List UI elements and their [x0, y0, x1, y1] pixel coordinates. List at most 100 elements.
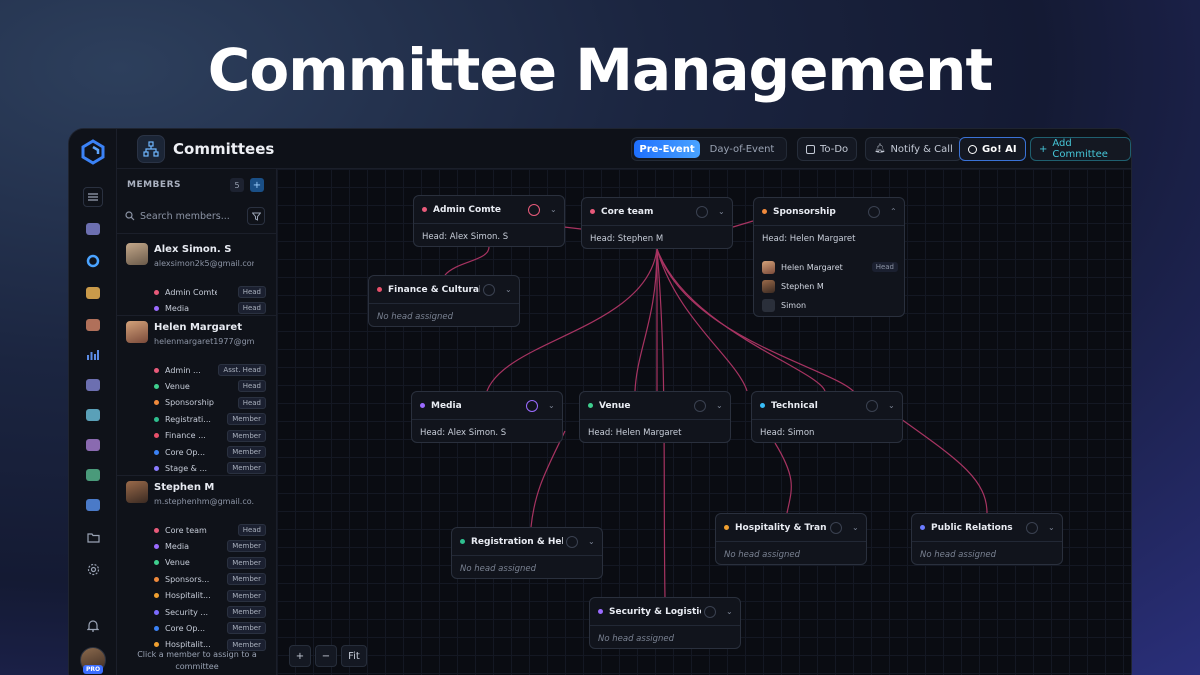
analytics-icon[interactable]: [83, 345, 103, 365]
zoom-out-button[interactable]: −: [315, 645, 337, 667]
node-member-row[interactable]: Helen Margaret Head: [762, 260, 898, 274]
member-committee-row[interactable]: Media Head: [154, 301, 266, 315]
status-ring-icon[interactable]: [868, 206, 880, 218]
member-avatar: [126, 481, 148, 503]
committee-name: Hospitalit...: [165, 640, 211, 650]
chevron-down-icon[interactable]: ⌄: [888, 401, 895, 410]
folder-icon[interactable]: [83, 527, 103, 547]
member-committee-row[interactable]: Finance ... Member: [154, 429, 266, 443]
status-ring-icon[interactable]: [1026, 522, 1038, 534]
status-ring-icon[interactable]: [866, 400, 878, 412]
add-member-button[interactable]: +: [250, 178, 264, 192]
member-committee-row[interactable]: Venue Head: [154, 379, 266, 393]
role-badge: Member: [227, 589, 266, 602]
zoom-in-button[interactable]: +: [289, 645, 311, 667]
role-badge: Member: [227, 462, 266, 475]
status-ring-icon[interactable]: [696, 206, 708, 218]
status-ring-icon[interactable]: [830, 522, 842, 534]
chevron-down-icon[interactable]: ⌄: [852, 523, 859, 532]
member-committee-row[interactable]: Hospitalit... Member: [154, 589, 266, 603]
notify-call-button[interactable]: 🔔︎ Notify & Call: [865, 137, 962, 161]
node-member-row[interactable]: Simon: [762, 298, 898, 312]
inventory-icon[interactable]: [83, 465, 103, 485]
left-rail: PRO: [69, 129, 117, 675]
chevron-down-icon[interactable]: ⌄: [1048, 523, 1055, 532]
member-committee-row[interactable]: Venue Member: [154, 556, 266, 570]
node-title: Finance & Culturals ...: [388, 284, 480, 295]
todo-button[interactable]: To-Do: [797, 137, 858, 161]
committee-node-security[interactable]: Security & Logistics ⌄ No head assigned: [589, 597, 741, 649]
bell-icon[interactable]: [83, 615, 103, 635]
filter-button[interactable]: [247, 207, 265, 225]
committee-node-sponsorship[interactable]: Sponsorship ⌃ Head: Helen Margaret Helen…: [753, 197, 905, 317]
committee-node-core[interactable]: Core team ⌄ Head: Stephen M: [581, 197, 733, 249]
chevron-down-icon[interactable]: ⌄: [716, 401, 723, 410]
node-head-label: Head: Stephen M: [590, 234, 664, 244]
member-committee-row[interactable]: Sponsorship Head: [154, 396, 266, 410]
status-ring-icon[interactable]: [704, 606, 716, 618]
member-committee-row[interactable]: Stage & ... Member: [154, 461, 266, 475]
committee-name: Core Op...: [165, 447, 206, 457]
plus-icon: +: [1039, 143, 1048, 155]
member-committee-row[interactable]: Core Op... Member: [154, 445, 266, 459]
org-canvas[interactable]: Admin Comte ⌄ Head: Alex Simon. S Core t…: [277, 169, 1131, 675]
member-name: Alex Simon. S: [154, 244, 232, 255]
committee-node-admin[interactable]: Admin Comte ⌄ Head: Alex Simon. S: [413, 195, 565, 247]
add-committee-button[interactable]: + Add Committee: [1030, 137, 1131, 161]
chevron-down-icon[interactable]: ⌄: [548, 401, 555, 410]
member-committee-row[interactable]: Sponsors... Member: [154, 572, 266, 586]
node-head-label: Head: Alex Simon. S: [420, 428, 507, 438]
committee-name: Admin Comte: [165, 287, 217, 297]
member-committee-row[interactable]: Core team Head: [154, 523, 266, 537]
committee-node-technical[interactable]: Technical ⌄ Head: Simon: [751, 391, 903, 443]
status-ring-icon[interactable]: [566, 536, 578, 548]
node-member-row[interactable]: Stephen M: [762, 279, 898, 293]
committee-node-venue[interactable]: Venue ⌄ Head: Helen Margaret: [579, 391, 731, 443]
tab-pre-event[interactable]: Pre-Event: [634, 140, 700, 158]
divider: [117, 315, 276, 316]
member-search[interactable]: Search members...: [125, 205, 267, 227]
status-ring-icon[interactable]: [694, 400, 706, 412]
guests-icon[interactable]: [83, 435, 103, 455]
committee-node-pr[interactable]: Public Relations ⌄ No head assigned: [911, 513, 1063, 565]
committee-node-registration[interactable]: Registration & Helpd... ⌄ No head assign…: [451, 527, 603, 579]
settings-icon[interactable]: [83, 559, 103, 579]
vendors-icon[interactable]: [83, 405, 103, 425]
documents-icon[interactable]: [83, 495, 103, 515]
home-icon[interactable]: [83, 219, 103, 239]
chevron-down-icon[interactable]: ⌄: [718, 207, 725, 216]
member-committee-row[interactable]: Admin Comte Head: [154, 285, 266, 299]
chevron-down-icon[interactable]: ⌄: [505, 285, 512, 294]
committee-node-media[interactable]: Media ⌄ Head: Alex Simon. S: [411, 391, 563, 443]
member-committee-row[interactable]: Core Op... Member: [154, 621, 266, 635]
committee-name: Stage & ...: [165, 463, 208, 473]
status-ring-icon[interactable]: [526, 400, 538, 412]
member-committee-row[interactable]: Media Member: [154, 539, 266, 553]
chevron-down-icon[interactable]: ⌄: [550, 205, 557, 214]
fit-view-button[interactable]: Fit: [341, 645, 367, 667]
calendar-icon[interactable]: [83, 315, 103, 335]
tasks-icon[interactable]: [83, 283, 103, 303]
menu-icon[interactable]: [83, 187, 103, 207]
member-committee-row[interactable]: Admin ... Asst. Head: [154, 363, 266, 377]
chevron-up-icon[interactable]: ⌃: [890, 207, 897, 216]
chevron-down-icon[interactable]: ⌄: [726, 607, 733, 616]
committee-node-finance[interactable]: Finance & Culturals ... ⌄ No head assign…: [368, 275, 520, 327]
budget-icon[interactable]: [83, 375, 103, 395]
member-email: m.stephenhm@gmail.co...: [154, 497, 254, 506]
committee-color-dot: [154, 593, 159, 599]
app-logo-icon[interactable]: [80, 139, 106, 165]
member-committee-row[interactable]: Security ... Member: [154, 605, 266, 619]
member-committee-row[interactable]: Registrati... Member: [154, 412, 266, 426]
members-panel: MEMBERS 5 + Search members... Alex Simon…: [117, 169, 277, 675]
committee-node-hospitality[interactable]: Hospitality & Transp... ⌄ No head assign…: [715, 513, 867, 565]
status-ring-icon[interactable]: [483, 284, 495, 296]
committees-icon[interactable]: [83, 251, 103, 271]
members-count: 5: [230, 178, 244, 192]
go-ai-button[interactable]: Go! AI: [959, 137, 1026, 161]
chevron-down-icon[interactable]: ⌄: [588, 537, 595, 546]
edge-admin-core: [563, 226, 582, 230]
status-ring-icon[interactable]: [528, 204, 540, 216]
search-input[interactable]: Search members...: [140, 211, 230, 222]
tab-day-of-event[interactable]: Day-of-Event: [700, 140, 784, 158]
